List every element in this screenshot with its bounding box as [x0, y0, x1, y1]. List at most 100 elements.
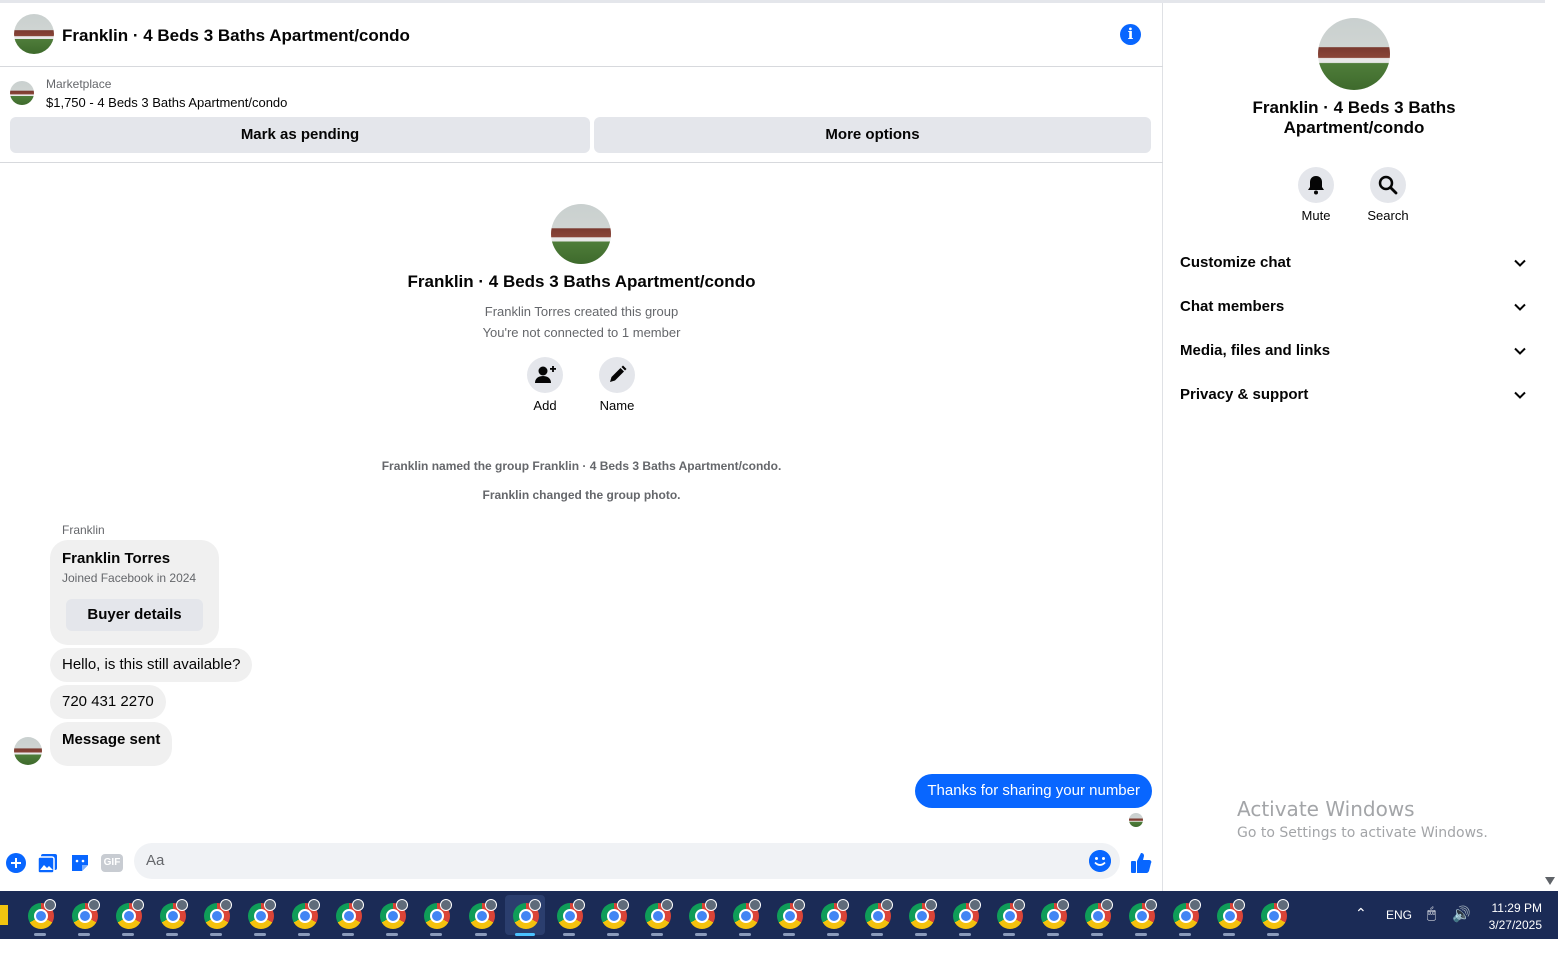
chrome-taskbar-icon[interactable] — [1253, 895, 1293, 936]
running-indicator — [430, 933, 443, 936]
message-input[interactable]: Aa — [134, 843, 1120, 879]
thumbs-up-icon[interactable] — [1129, 851, 1153, 875]
outgoing-message[interactable]: Thanks for sharing your number — [915, 774, 1152, 808]
profile-badge-icon — [1233, 899, 1246, 911]
chrome-taskbar-icon[interactable] — [1121, 895, 1161, 936]
running-indicator — [1179, 933, 1192, 936]
search-button[interactable] — [1370, 167, 1406, 203]
chrome-taskbar-icon[interactable] — [372, 895, 412, 936]
running-indicator — [298, 933, 311, 936]
add-member-button[interactable] — [527, 357, 563, 393]
running-indicator — [122, 933, 135, 936]
running-indicator — [386, 933, 399, 936]
chrome-taskbar-icon[interactable] — [284, 895, 324, 936]
chrome-taskbar-icon[interactable] — [328, 895, 368, 936]
network-icon[interactable]: 🖱 — [1427, 905, 1436, 953]
mute-button[interactable] — [1298, 167, 1334, 203]
chrome-taskbar-icon[interactable] — [637, 895, 677, 936]
running-indicator — [474, 933, 487, 936]
sender-avatar[interactable] — [14, 737, 42, 765]
chat-title[interactable]: Franklin · 4 Beds 3 Baths Apartment/cond… — [62, 26, 410, 46]
profile-badge-icon — [88, 899, 101, 911]
emoji-icon[interactable] — [1089, 850, 1111, 872]
profile-badge-icon — [572, 899, 585, 911]
language-indicator[interactable]: ENG — [1386, 908, 1412, 956]
chat-header: Franklin · 4 Beds 3 Baths Apartment/cond… — [0, 3, 1163, 67]
chrome-taskbar-icon[interactable] — [416, 895, 456, 936]
details-sidebar: Franklin · 4 Beds 3 Baths Apartment/cond… — [1164, 3, 1545, 891]
file-explorer-icon[interactable] — [0, 905, 8, 925]
running-indicator — [34, 933, 46, 936]
chrome-taskbar-icon[interactable] — [725, 895, 765, 936]
running-indicator — [562, 933, 575, 936]
photo-icon[interactable] — [37, 852, 59, 874]
chrome-taskbar-icon[interactable] — [240, 895, 280, 936]
incoming-message[interactable]: Hello, is this still available? — [50, 648, 253, 682]
chrome-taskbar-icon[interactable] — [769, 895, 809, 936]
running-indicator — [254, 933, 267, 936]
running-indicator — [1003, 933, 1016, 936]
incoming-message[interactable]: Message sent — [50, 722, 173, 766]
chrome-taskbar-icon[interactable] — [152, 895, 192, 936]
running-indicator — [694, 933, 707, 936]
message-placeholder: Aa — [146, 852, 165, 869]
chrome-taskbar-icon[interactable] — [196, 895, 236, 936]
system-message: Franklin named the group Franklin · 4 Be… — [381, 459, 782, 473]
sidebar-group-avatar[interactable] — [1318, 18, 1390, 90]
profile-badge-icon — [220, 899, 233, 911]
chevron-down-icon — [1514, 347, 1526, 355]
listing-title[interactable]: $1,750 - 4 Beds 3 Baths Apartment/condo — [46, 95, 287, 110]
sender-name: Franklin — [62, 523, 105, 537]
show-hidden-icons-chevron-icon[interactable]: ⌃ — [1355, 905, 1367, 953]
chrome-taskbar-icon[interactable] — [549, 895, 589, 936]
chrome-taskbar-icon[interactable] — [20, 895, 60, 936]
clock[interactable]: 11:29 PM 3/27/2025 — [1480, 900, 1542, 948]
mark-as-pending-button[interactable]: Mark as pending — [10, 117, 590, 153]
profile-badge-icon — [484, 899, 497, 911]
system-message: Franklin changed the group photo. — [482, 488, 681, 502]
info-icon[interactable]: i — [1120, 24, 1141, 45]
media-files-links-row[interactable]: Media, files and links — [1164, 329, 1545, 373]
chrome-taskbar-icon[interactable] — [1077, 895, 1117, 936]
chrome-taskbar-icon[interactable] — [1209, 895, 1249, 936]
chrome-taskbar-icon[interactable] — [1033, 895, 1073, 936]
chrome-taskbar-icon[interactable] — [108, 895, 148, 936]
more-options-button[interactable]: More options — [594, 117, 1151, 153]
running-indicator — [782, 933, 795, 936]
plus-icon[interactable] — [5, 852, 27, 874]
mute-label: Mute — [1301, 208, 1331, 223]
chat-members-row[interactable]: Chat members — [1164, 285, 1545, 329]
chrome-taskbar-icon[interactable] — [989, 895, 1029, 936]
chevron-down-icon — [1514, 391, 1526, 399]
running-indicator — [959, 933, 972, 936]
chrome-taskbar-icon[interactable] — [504, 895, 545, 936]
listing-thumbnail[interactable] — [10, 81, 34, 105]
chrome-taskbar-icon[interactable] — [857, 895, 897, 936]
chrome-taskbar-icon[interactable] — [681, 895, 721, 936]
group-created-text: Franklin Torres created this group — [484, 304, 679, 319]
gif-icon[interactable]: GIF — [101, 854, 123, 872]
chevron-down-icon — [1514, 259, 1526, 267]
volume-icon[interactable]: 🔊 — [1452, 905, 1471, 953]
running-indicator — [514, 933, 535, 936]
chrome-taskbar-icon[interactable] — [813, 895, 853, 936]
running-indicator — [650, 933, 663, 936]
edit-name-button[interactable] — [599, 357, 635, 393]
pencil-icon — [610, 365, 627, 382]
profile-badge-icon — [836, 899, 849, 911]
chrome-taskbar-icon[interactable] — [945, 895, 985, 936]
customize-chat-row[interactable]: Customize chat — [1164, 241, 1545, 285]
chrome-taskbar-icon[interactable] — [901, 895, 941, 936]
privacy-support-row[interactable]: Privacy & support — [1164, 373, 1545, 417]
chrome-taskbar-icon[interactable] — [64, 895, 104, 936]
section-label: Chat members — [1180, 298, 1285, 315]
group-avatar[interactable] — [14, 14, 54, 54]
chrome-taskbar-icon[interactable] — [1165, 895, 1205, 936]
incoming-message[interactable]: 720 431 2270 — [50, 685, 166, 719]
sticker-icon[interactable] — [69, 852, 91, 874]
scrollbar-down-arrow[interactable] — [1545, 877, 1555, 885]
chrome-taskbar-icon[interactable] — [593, 895, 633, 936]
buyer-details-button[interactable]: Buyer details — [66, 599, 203, 631]
running-indicator — [826, 933, 839, 936]
chrome-taskbar-icon[interactable] — [461, 895, 501, 936]
